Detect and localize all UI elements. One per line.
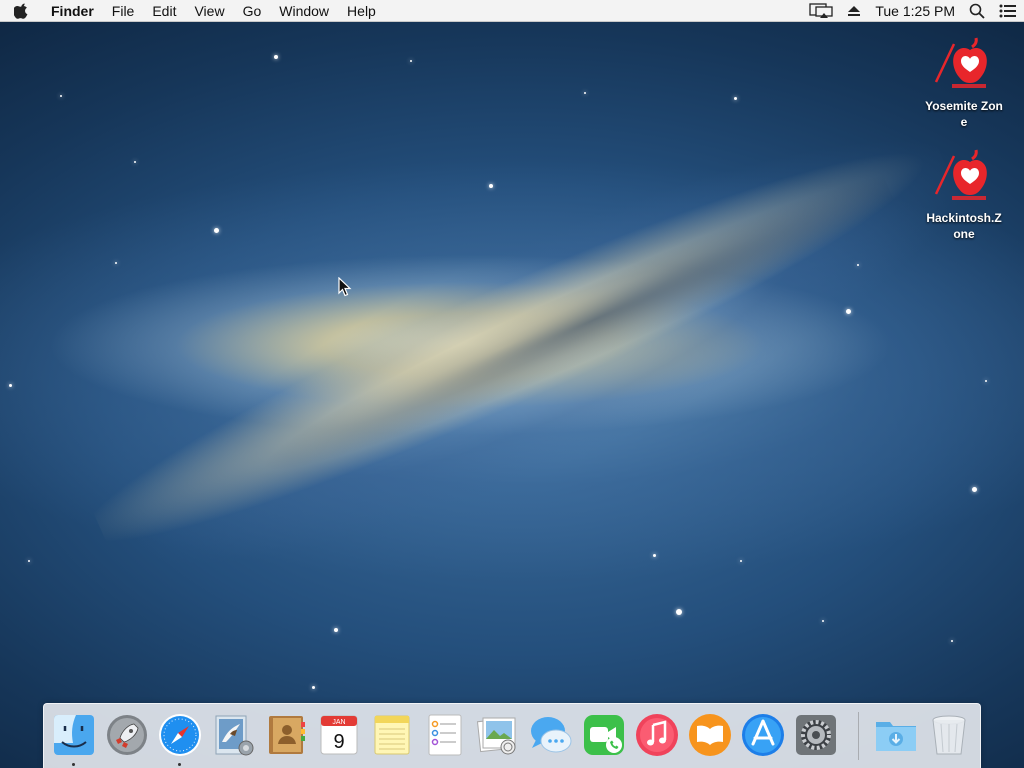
dock-facetime[interactable] [581,712,627,758]
contacts-icon [269,716,305,754]
dock: JAN 9 [43,703,981,768]
desktop-icon-hackintosh-zone[interactable]: Hackintosh.Zone [914,144,1014,242]
messages-icon [531,717,572,753]
app-store-icon [742,714,784,756]
dock-safari[interactable] [157,712,203,758]
menu-edit[interactable]: Edit [143,0,185,22]
menu-bar: Finder File Edit View Go Window Help Tue… [0,0,1024,22]
reminders-icon [428,714,462,756]
running-indicator [178,763,181,766]
dock-trash[interactable] [926,712,972,758]
wallpaper-dust-lane [216,156,904,514]
dock-preview[interactable] [475,712,521,758]
system-preferences-icon [796,715,836,755]
menu-help[interactable]: Help [338,0,385,22]
desktop-icon-label: Hackintosh.Zone [926,211,1002,241]
dock-app-store[interactable] [740,712,786,758]
dock-launchpad[interactable] [104,712,150,758]
dock-mail[interactable] [210,712,256,758]
dock-finder[interactable] [51,712,97,758]
mouse-pointer-icon [338,276,352,302]
menu-file[interactable]: File [103,0,144,22]
dock-separator [858,712,859,760]
menu-view[interactable]: View [185,0,233,22]
dock-system-preferences[interactable] [793,712,839,758]
apple-menu[interactable] [0,3,42,19]
clock[interactable]: Tue 1:25 PM [875,3,955,19]
dock-notes[interactable] [369,712,415,758]
calendar-icon: JAN 9 [320,715,358,755]
spotlight-search-icon[interactable] [969,3,985,19]
itunes-icon [636,714,678,756]
app-menu-finder[interactable]: Finder [42,0,103,22]
apple-heart-logo-icon [932,144,996,204]
launchpad-icon [107,715,147,755]
desktop-icon-yosemite-zone[interactable]: Yosemite Zone [914,32,1014,130]
ibooks-icon [689,714,731,756]
dock-itunes[interactable] [634,712,680,758]
dock-downloads-folder[interactable] [873,712,919,758]
notes-icon [374,715,410,755]
safari-icon [159,714,201,756]
menu-go[interactable]: Go [234,0,271,22]
apple-heart-logo-icon [932,32,996,92]
trash-icon [932,715,966,755]
airplay-display-icon[interactable] [809,2,834,19]
dock-reminders[interactable] [422,712,468,758]
facetime-icon [584,715,624,755]
downloads-folder-icon [876,722,916,751]
notification-center-icon[interactable] [999,4,1017,18]
dock-contacts[interactable] [263,712,309,758]
mail-icon [215,715,254,756]
calendar-day: 9 [333,731,344,753]
menu-extras: Tue 1:25 PM [802,0,1024,22]
finder-icon [54,715,94,755]
eject-icon[interactable] [847,5,861,17]
apple-logo-icon [13,3,27,19]
running-indicator [72,763,75,766]
desktop-icon-label: Yosemite Zone [925,99,1003,129]
dock-messages[interactable] [528,712,574,758]
wallpaper-galaxy [26,0,1014,692]
dock-ibooks[interactable] [687,712,733,758]
calendar-month: JAN [332,719,345,726]
menu-window[interactable]: Window [270,0,338,22]
dock-calendar[interactable]: JAN 9 [316,712,362,758]
preview-icon [476,717,516,755]
